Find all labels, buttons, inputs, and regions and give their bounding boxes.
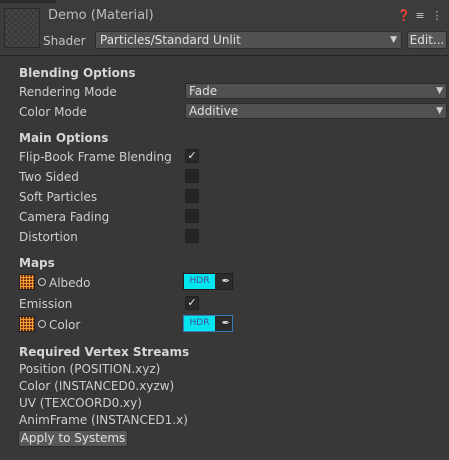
header-icons: ❓ ≡ ⋮ <box>397 9 443 22</box>
main-options-heading: Main Options <box>19 131 109 145</box>
emission-label: Emission <box>19 297 73 311</box>
emission-color-field[interactable]: HDR ✒ <box>183 315 233 332</box>
hdr-badge: HDR <box>184 316 215 331</box>
vertex-stream-item: Color (INSTANCED0.xyzw) <box>19 379 175 393</box>
edit-shader-button[interactable]: Edit... <box>407 31 447 49</box>
rendering-mode-label: Rendering Mode <box>19 85 117 99</box>
shader-dropdown[interactable]: Particles/Standard Unlit ▼ <box>95 31 402 49</box>
color-texture-thumbnail[interactable] <box>19 316 35 332</box>
albedo-label: Albedo <box>49 276 91 290</box>
distortion-checkbox[interactable] <box>185 229 199 243</box>
vertex-stream-item: Position (POSITION.xyz) <box>19 362 161 376</box>
material-preview <box>4 8 40 48</box>
camera-fading-checkbox[interactable] <box>185 209 199 223</box>
object-picker-icon[interactable] <box>38 320 46 328</box>
checkmark-icon: ✓ <box>187 296 197 309</box>
settings-sliders-icon[interactable]: ≡ <box>414 9 426 22</box>
emission-checkbox[interactable]: ✓ <box>185 296 199 310</box>
shader-value: Particles/Standard Unlit <box>100 33 241 47</box>
flipbook-blending-checkbox[interactable]: ✓ <box>185 149 199 163</box>
two-sided-checkbox[interactable] <box>185 169 199 183</box>
rendering-mode-dropdown[interactable]: Fade ▼ <box>185 83 447 99</box>
object-picker-icon[interactable] <box>38 278 46 286</box>
color-mode-dropdown[interactable]: Additive ▼ <box>185 103 447 119</box>
more-menu-icon[interactable]: ⋮ <box>431 9 443 22</box>
two-sided-label: Two Sided <box>19 170 79 184</box>
soft-particles-label: Soft Particles <box>19 190 98 204</box>
inspector-header: Demo (Material) ❓ ≡ ⋮ Shader Particles/S… <box>0 0 449 56</box>
chevron-down-icon: ▼ <box>390 35 397 45</box>
vertex-streams-heading: Required Vertex Streams <box>19 345 190 359</box>
vertex-stream-item: AnimFrame (INSTANCED1.x) <box>19 413 188 427</box>
hdr-badge: HDR <box>184 274 215 289</box>
eyedropper-icon[interactable]: ✒ <box>222 275 230 288</box>
color-label: Color <box>49 318 81 332</box>
chevron-down-icon: ▼ <box>436 106 443 116</box>
flipbook-blending-label: Flip-Book Frame Blending <box>19 150 172 164</box>
rendering-mode-value: Fade <box>189 84 218 98</box>
tab-strip <box>0 0 56 3</box>
color-mode-label: Color Mode <box>19 105 87 119</box>
blending-options-heading: Blending Options <box>19 66 136 80</box>
help-icon[interactable]: ❓ <box>397 9 411 22</box>
maps-heading: Maps <box>19 256 55 270</box>
color-mode-value: Additive <box>189 104 239 118</box>
albedo-texture-thumbnail[interactable] <box>19 274 35 290</box>
camera-fading-label: Camera Fading <box>19 210 110 224</box>
checkmark-icon: ✓ <box>187 149 197 162</box>
shader-label: Shader <box>43 34 86 48</box>
apply-to-systems-button[interactable]: Apply to Systems <box>18 430 128 447</box>
soft-particles-checkbox[interactable] <box>185 189 199 203</box>
chevron-down-icon: ▼ <box>436 86 443 96</box>
distortion-label: Distortion <box>19 230 78 244</box>
vertex-stream-item: UV (TEXCOORD0.xy) <box>19 396 142 410</box>
albedo-color-field[interactable]: HDR ✒ <box>183 273 233 290</box>
material-title: Demo (Material) <box>48 8 154 23</box>
eyedropper-icon[interactable]: ✒ <box>222 317 230 330</box>
